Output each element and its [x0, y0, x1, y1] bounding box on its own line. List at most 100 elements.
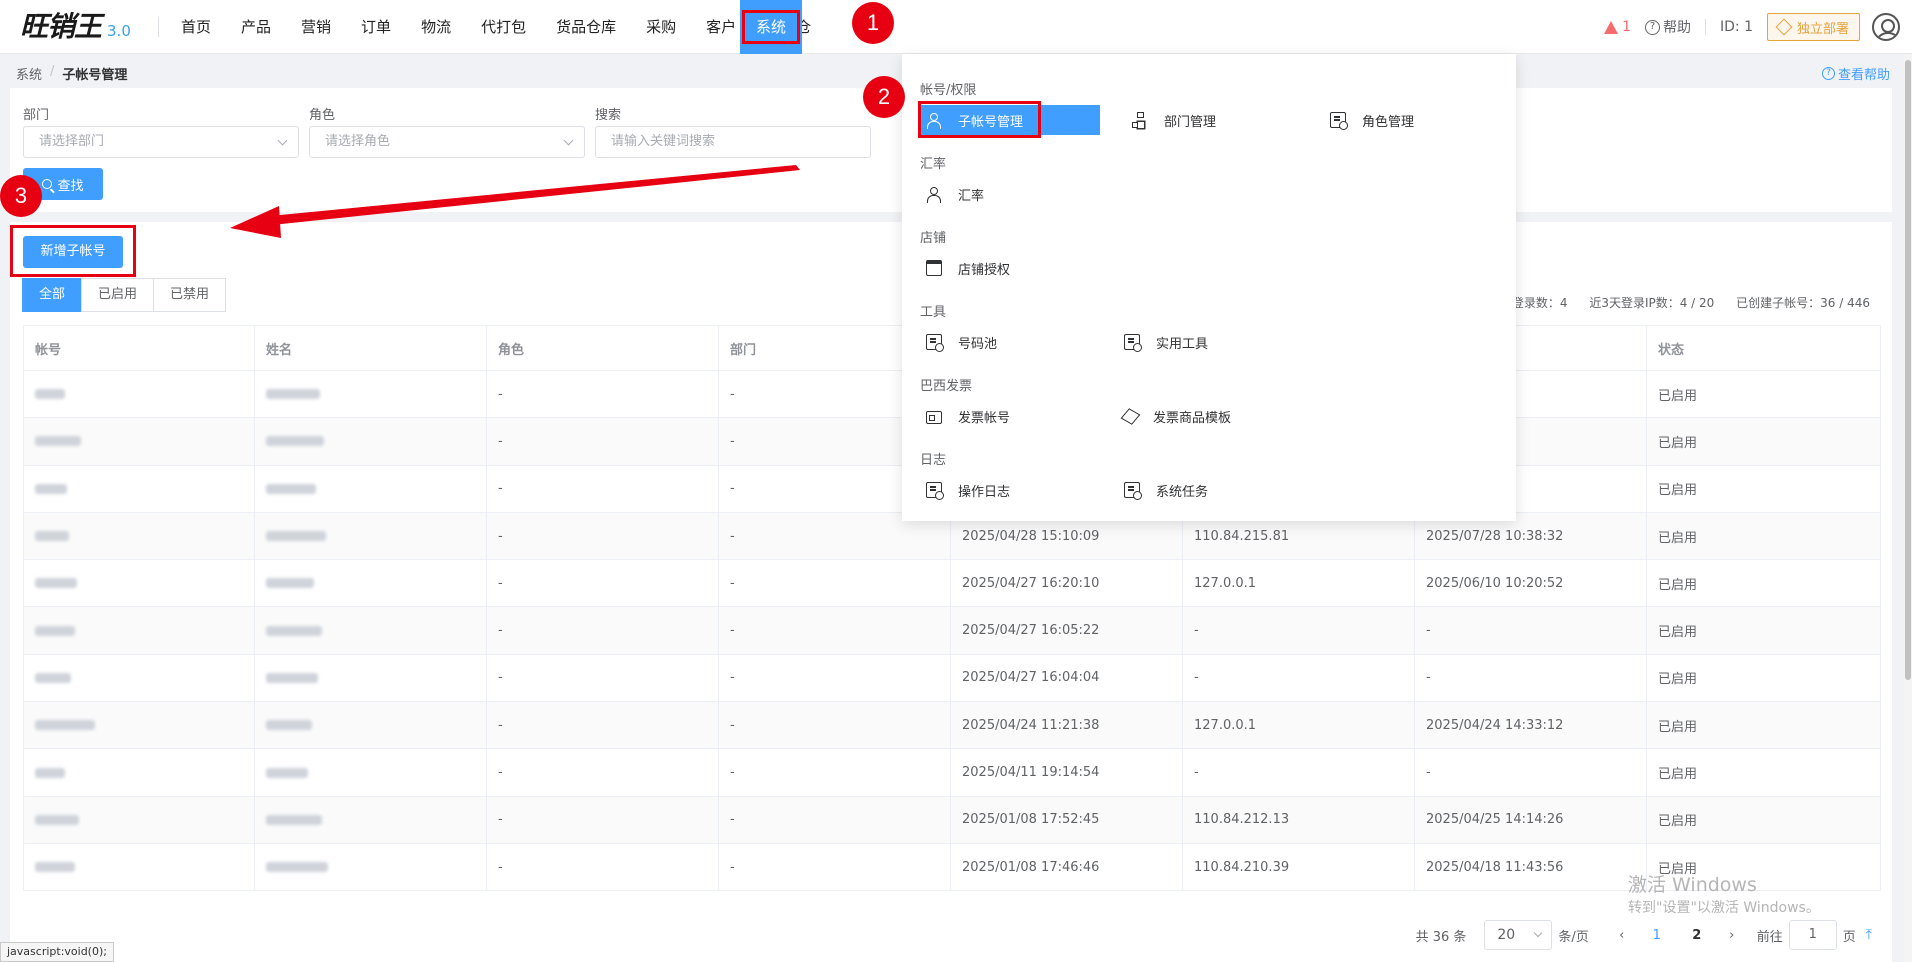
department-label: 部门	[23, 108, 50, 123]
breadcrumb: 系统 / 子帐号管理	[16, 64, 127, 83]
cell-status: 已启用	[1647, 560, 1881, 607]
cell-account	[23, 702, 255, 749]
column-header[interactable]: 状态	[1647, 326, 1881, 370]
nav-marketing[interactable]: 营销	[286, 0, 346, 54]
breadcrumb-current: 子帐号管理	[62, 68, 128, 83]
group-title-invoices: 巴西发票	[920, 379, 973, 394]
menu-item-roles[interactable]: 角色管理	[1322, 105, 1414, 135]
menu-item-operation-log[interactable]: 操作日志	[918, 475, 1010, 505]
page-2[interactable]: 2	[1677, 928, 1717, 943]
org-tree-icon	[1132, 112, 1148, 128]
role-select[interactable]: 请选择角色	[309, 126, 585, 158]
user-avatar-icon[interactable]	[1872, 13, 1900, 41]
browser-status-bar: javascript:void(0);	[0, 942, 114, 962]
cell-login-ip: -	[1183, 749, 1415, 796]
nav-home[interactable]: 首页	[166, 0, 226, 54]
column-header[interactable]: 角色	[487, 326, 719, 370]
help-label: 帮助	[1663, 20, 1691, 36]
per-page-label: 条/页	[1558, 929, 1589, 945]
menu-item-store-auth[interactable]: 店铺授权	[918, 253, 1010, 283]
menu-item-exchange-rate[interactable]: 汇率	[918, 179, 984, 209]
nav-orders[interactable]: 订单	[346, 0, 406, 54]
page-help-link[interactable]: ? 查看帮助	[1821, 64, 1890, 83]
table-row[interactable]: - -2025/01/08 17:52:45 110.84.212.13 2025/0…	[23, 796, 1881, 844]
menu-item-system-tasks[interactable]: 系统任务	[1116, 475, 1208, 505]
menu-item-invoice-templates[interactable]: 发票商品模板	[1116, 401, 1231, 431]
page-scrollbar[interactable]	[1904, 54, 1912, 962]
nav-purchase[interactable]: 采购	[631, 0, 691, 54]
nav-packing[interactable]: 代打包	[466, 0, 541, 54]
menu-item-departments[interactable]: 部门管理	[1124, 105, 1216, 135]
logo-divider	[158, 17, 159, 37]
table-row[interactable]: - -2025/01/08 17:46:46 110.84.210.39 2025/0…	[23, 843, 1881, 892]
tab-disabled[interactable]: 已禁用	[153, 278, 227, 312]
back-to-top-icon[interactable]: ⤒	[1866, 927, 1872, 943]
cell-name	[255, 418, 487, 465]
table-row[interactable]: - -2025/04/24 11:21:38 127.0.0.1 2025/04/24…	[23, 702, 1881, 750]
diamond-icon	[1775, 18, 1793, 36]
pagination-total: 共 36 条	[1415, 929, 1467, 945]
menu-item-label: 角色管理	[1362, 114, 1415, 130]
user-icon	[926, 186, 942, 203]
nav-warehouse[interactable]: 货品仓库	[541, 0, 631, 54]
table-row[interactable]: - -2025/04/27 16:04:04- - 已启用	[23, 654, 1881, 703]
cell-role: -	[487, 702, 719, 749]
doc-icon	[926, 482, 944, 500]
redacted-value	[35, 625, 75, 636]
scrollbar-thumb[interactable]	[1905, 60, 1911, 680]
cell-created-time: 2025/04/11 19:14:54	[951, 749, 1183, 796]
column-header[interactable]: 帐号	[23, 326, 255, 370]
column-header[interactable]: 姓名	[255, 326, 487, 370]
search-input[interactable]: 请输入关键词搜索	[595, 126, 871, 158]
nav-logistics[interactable]: 物流	[406, 0, 466, 54]
store-icon	[926, 260, 942, 276]
annotation-step-3: 3	[0, 175, 42, 217]
cell-role: -	[487, 418, 719, 465]
breadcrumb-root[interactable]: 系统	[16, 64, 42, 83]
nav-system[interactable]: 系统	[740, 0, 802, 54]
cell-role: -	[487, 607, 719, 654]
menu-item-invoice-accounts[interactable]: 发票帐号	[918, 401, 1010, 431]
menu-item-number-pool[interactable]: 号码池	[918, 327, 997, 357]
table-row[interactable]: - -2025/04/27 16:20:10 127.0.0.1 2025/06/10…	[23, 560, 1881, 608]
alert-count: 1	[1622, 19, 1631, 35]
goto-page-input[interactable]: 1	[1788, 920, 1837, 950]
deploy-button[interactable]: 独立部署	[1766, 13, 1860, 41]
page-size-select[interactable]: 20	[1484, 920, 1553, 950]
help-link[interactable]: ? 帮助	[1645, 17, 1691, 37]
table-row[interactable]: - -2025/04/11 19:14:54- - 已启用	[23, 749, 1881, 797]
page-size-value: 20	[1497, 927, 1516, 943]
watermark-line2: 转到"设置"以激活 Windows。	[1628, 900, 1820, 916]
redacted-value	[35, 389, 65, 400]
redacted-value	[266, 672, 318, 683]
menu-item-label: 汇率	[958, 188, 985, 204]
watermark-line1: 激活 Windows	[1628, 874, 1757, 896]
redacted-value	[266, 436, 324, 447]
pagination: 共 36 条 20 条/页 ‹ 1 2 › 前往 1 页 ⤒	[1416, 920, 1872, 950]
tab-all[interactable]: 全部	[22, 278, 83, 312]
page-1[interactable]: 1	[1637, 928, 1677, 943]
cell-name	[255, 607, 487, 654]
tab-enabled[interactable]: 已启用	[81, 278, 155, 312]
prev-page-icon[interactable]: ‹	[1607, 928, 1637, 943]
cell-created-time: 2025/01/08 17:52:45	[951, 796, 1183, 843]
cell-account	[23, 465, 255, 512]
role-icon	[1330, 112, 1348, 130]
logo-version: 3.0	[107, 22, 131, 40]
alert-indicator[interactable]: 1	[1604, 19, 1631, 35]
nav-products[interactable]: 产品	[226, 0, 286, 54]
redacted-value	[35, 436, 81, 447]
cell-role: -	[487, 560, 719, 607]
department-select[interactable]: 请选择部门	[23, 126, 299, 158]
menu-item-label: 操作日志	[958, 484, 1011, 500]
annotation-step-1: 1	[852, 2, 894, 44]
menu-item-label: 实用工具	[1156, 336, 1209, 352]
app-logo[interactable]: 旺销王 3.0	[20, 10, 131, 44]
table-row[interactable]: - -2025/04/27 16:05:22- - 已启用	[23, 607, 1881, 655]
redacted-value	[35, 814, 79, 825]
annotation-step-2: 2	[863, 76, 905, 118]
cell-account	[23, 560, 255, 607]
cell-account	[23, 654, 255, 702]
next-page-icon[interactable]: ›	[1717, 928, 1747, 943]
menu-item-utilities[interactable]: 实用工具	[1116, 327, 1208, 357]
